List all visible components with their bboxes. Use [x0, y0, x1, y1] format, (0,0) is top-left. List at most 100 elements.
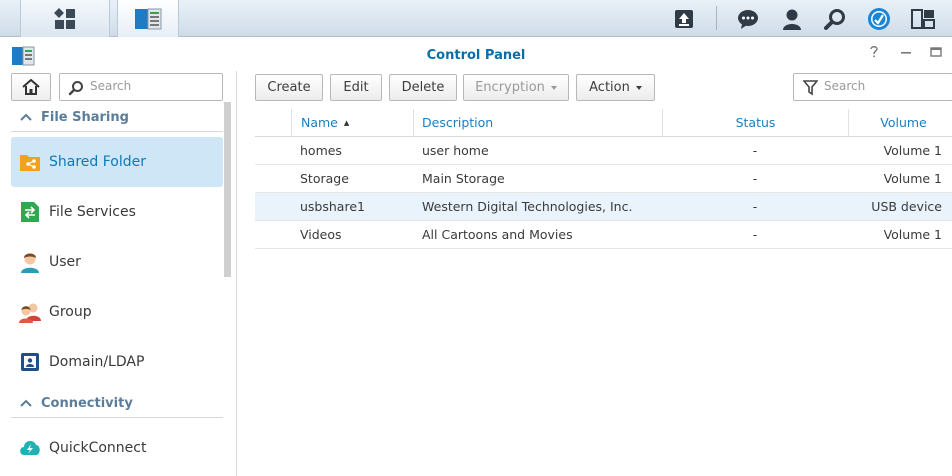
- table-row-selected[interactable]: usbshare1 Western Digital Technologies, …: [255, 193, 952, 221]
- minimize-button[interactable]: [898, 46, 914, 62]
- minimize-icon: [901, 52, 911, 54]
- upload-button[interactable]: [666, 0, 702, 37]
- sidebar-item-label: User: [49, 254, 81, 270]
- table-row[interactable]: Storage Main Storage - Volume 1: [255, 165, 952, 193]
- domain-ldap-icon: [11, 352, 49, 372]
- file-services-icon: [11, 201, 49, 223]
- section-file-sharing[interactable]: File Sharing: [11, 104, 223, 132]
- cell-status: -: [752, 171, 758, 186]
- section-connectivity[interactable]: Connectivity: [11, 390, 223, 418]
- create-button[interactable]: Create: [255, 74, 323, 101]
- encryption-label: Encryption: [475, 80, 545, 95]
- taskbar: [0, 0, 952, 37]
- quickconnect-icon: [11, 438, 49, 458]
- cell-volume: Volume 1: [883, 143, 942, 158]
- table-row[interactable]: homes user home - Volume 1: [255, 137, 952, 165]
- maximize-button[interactable]: [928, 46, 944, 62]
- delete-button[interactable]: Delete: [389, 74, 457, 101]
- cell-volume: Volume 1: [883, 171, 942, 186]
- shared-folder-icon: [11, 152, 49, 172]
- column-volume[interactable]: Volume: [848, 109, 952, 137]
- section-label: Connectivity: [41, 396, 133, 411]
- main-menu-icon: [54, 7, 75, 29]
- home-icon: [22, 79, 40, 95]
- column-label: Name: [301, 115, 338, 130]
- column-label: Volume: [880, 115, 927, 130]
- sidebar-item-file-services[interactable]: File Services: [11, 187, 223, 237]
- search-icon: [68, 80, 84, 100]
- cell-name: usbshare1: [300, 199, 365, 214]
- sidebar-item-quickconnect[interactable]: QuickConnect: [11, 423, 223, 473]
- cell-status: -: [752, 143, 758, 158]
- upload-icon: [675, 9, 693, 28]
- sidebar-item-label: QuickConnect: [49, 440, 147, 456]
- cell-description: Main Storage: [422, 171, 505, 186]
- control-panel-icon: [135, 8, 162, 29]
- edit-button[interactable]: Edit: [330, 74, 382, 101]
- sidebar-item-label: Domain/LDAP: [49, 354, 145, 370]
- help-icon: [870, 46, 878, 58]
- table-search-input[interactable]: [824, 79, 949, 93]
- sidebar-item-shared-folder[interactable]: Shared Folder: [11, 137, 223, 187]
- cell-volume: Volume 1: [883, 227, 942, 242]
- sort-ascending-icon: ▲: [343, 119, 350, 127]
- sidebar-item-label: Shared Folder: [49, 154, 147, 170]
- column-label: Status: [735, 115, 776, 130]
- window-header: Control Panel: [0, 38, 952, 71]
- dashboard-gauge-icon: [868, 7, 890, 30]
- column-label: Description: [422, 115, 494, 130]
- chevron-up-icon: [11, 397, 41, 410]
- cell-status: -: [752, 199, 758, 214]
- cell-name: Videos: [300, 227, 342, 242]
- caret-down-icon: [550, 85, 557, 90]
- user-options-button[interactable]: [774, 0, 810, 37]
- chevron-up-icon: [11, 111, 41, 124]
- help-button[interactable]: [866, 46, 882, 62]
- filter-icon: [802, 80, 819, 100]
- action-label: Action: [589, 80, 630, 95]
- maximize-icon: [930, 47, 942, 57]
- widgets-button[interactable]: [905, 0, 941, 37]
- cell-name: homes: [300, 143, 342, 158]
- encryption-dropdown[interactable]: Encryption: [463, 74, 569, 101]
- column-description[interactable]: Description: [413, 109, 662, 137]
- sidebar: File Sharing Shared Folder File Services…: [0, 71, 237, 476]
- table-search[interactable]: [793, 73, 952, 101]
- window-title: Control Panel: [426, 48, 526, 63]
- table-row[interactable]: Videos All Cartoons and Movies - Volume …: [255, 221, 952, 249]
- cell-description: user home: [422, 143, 489, 158]
- cell-volume: USB device: [871, 199, 942, 214]
- column-status[interactable]: Status: [662, 109, 848, 137]
- user-silhouette-icon: [783, 9, 801, 30]
- sidebar-item-domain-ldap[interactable]: Domain/LDAP: [11, 337, 223, 387]
- cell-name: Storage: [300, 171, 349, 186]
- widgets-layout-icon: [911, 8, 935, 29]
- user-icon: [11, 251, 49, 273]
- search-taskbar-button[interactable]: [817, 0, 853, 37]
- chat-bubble-icon: [738, 9, 758, 29]
- taskbar-separator: [716, 6, 717, 30]
- sidebar-scrollbar[interactable]: [224, 102, 231, 277]
- main-panel: Create Edit Delete Encryption Action Nam…: [238, 71, 952, 476]
- sidebar-item-group[interactable]: Group: [11, 287, 223, 337]
- home-button[interactable]: [11, 73, 51, 101]
- taskbar-control-panel-button[interactable]: [117, 0, 179, 37]
- action-dropdown[interactable]: Action: [576, 74, 655, 101]
- caret-down-icon: [635, 85, 642, 90]
- table-header: Name ▲ Description Status Volume: [255, 109, 952, 137]
- group-icon: [11, 301, 49, 323]
- notifications-button[interactable]: [730, 0, 766, 37]
- sidebar-search-input[interactable]: [90, 79, 218, 93]
- widgets-status-button[interactable]: [861, 0, 897, 37]
- section-label: File Sharing: [41, 110, 129, 125]
- cell-status: -: [752, 227, 758, 242]
- sidebar-item-label: Group: [49, 304, 92, 320]
- cell-description: Western Digital Technologies, Inc.: [422, 199, 633, 214]
- sidebar-item-label: File Services: [49, 204, 136, 220]
- column-name[interactable]: Name ▲: [291, 109, 413, 137]
- main-menu-button[interactable]: [20, 0, 110, 37]
- cell-description: All Cartoons and Movies: [422, 227, 573, 242]
- magnifier-icon: [824, 8, 845, 30]
- sidebar-search[interactable]: [59, 73, 223, 101]
- sidebar-item-user[interactable]: User: [11, 237, 223, 287]
